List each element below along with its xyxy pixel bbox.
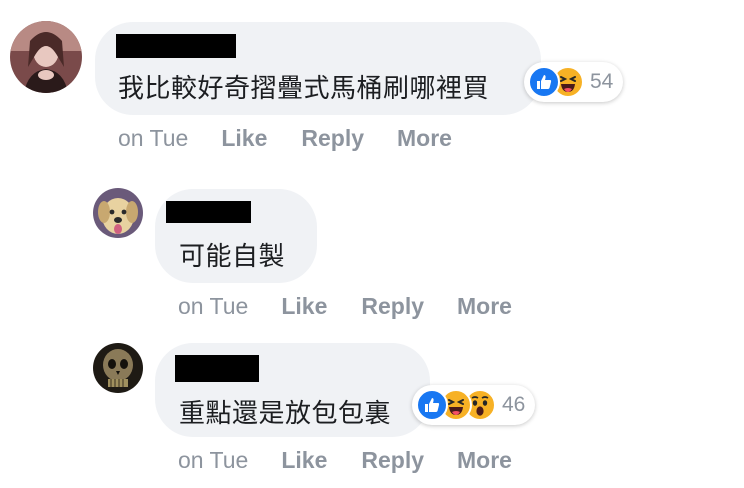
more-button[interactable]: More	[457, 447, 512, 474]
redacted-author-name	[175, 355, 259, 382]
like-icon	[416, 389, 448, 421]
like-button[interactable]: Like	[281, 447, 327, 474]
comment-3: 重點還是放包包裏 46 on Tue Like Reply More	[0, 0, 744, 488]
timestamp[interactable]: on Tue	[178, 447, 248, 474]
avatar[interactable]	[93, 343, 143, 393]
reply-button[interactable]: Reply	[361, 447, 424, 474]
like-icon	[528, 66, 560, 98]
avatar-skull-image	[93, 343, 143, 393]
reaction-count: 46	[502, 393, 526, 416]
comment-bubble: 重點還是放包包裏	[155, 343, 430, 437]
reaction-summary[interactable]: 46	[412, 385, 536, 425]
comment-actions: on Tue Like Reply More	[178, 447, 512, 474]
comment-text: 重點還是放包包裏	[179, 399, 392, 429]
